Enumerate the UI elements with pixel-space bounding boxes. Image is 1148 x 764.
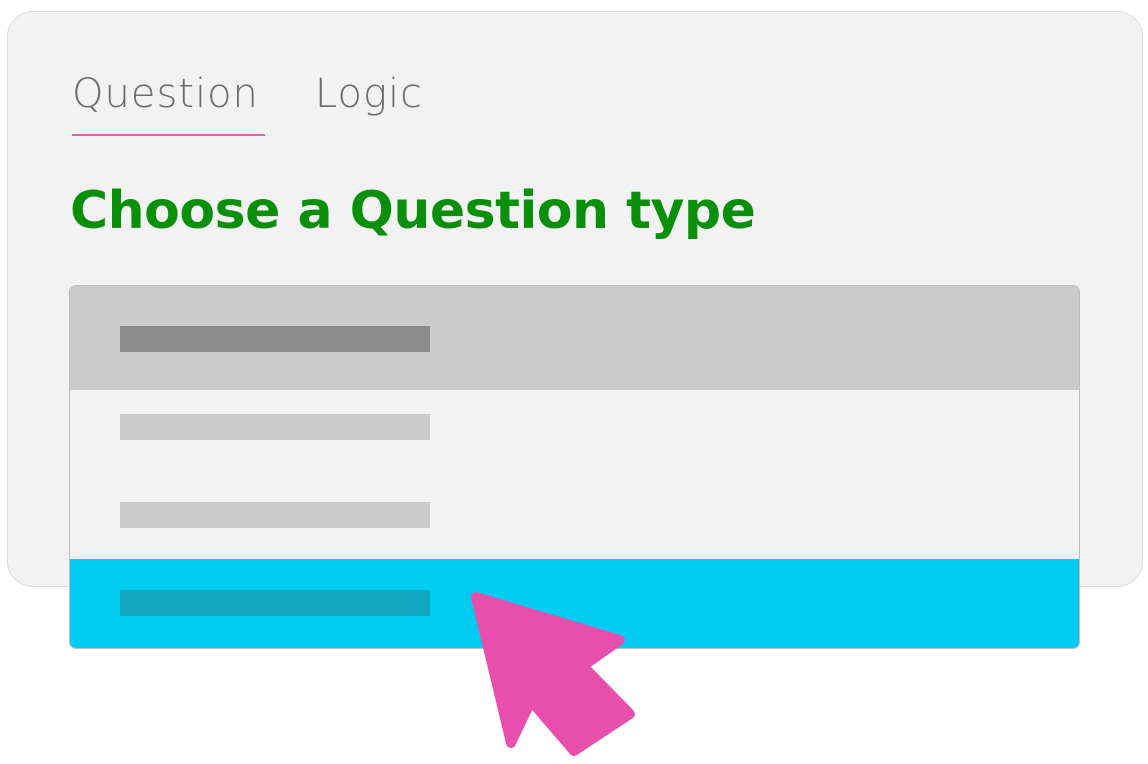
placeholder-text-bar (120, 326, 430, 352)
placeholder-text-bar (120, 414, 430, 440)
page-title: Choose a Question type (70, 181, 756, 241)
dropdown-selected-value[interactable] (70, 286, 1079, 390)
tab-logic[interactable]: Logic (315, 66, 423, 122)
dropdown-option-highlighted[interactable] (70, 559, 1079, 648)
placeholder-text-bar (120, 590, 430, 616)
placeholder-text-bar (120, 502, 430, 528)
stage: Question Logic Choose a Question type (0, 0, 1148, 764)
tab-question[interactable]: Question (72, 66, 265, 136)
question-type-dropdown[interactable] (69, 285, 1080, 649)
dropdown-option[interactable] (70, 478, 1079, 558)
tab-bar: Question Logic (72, 66, 423, 136)
dropdown-option[interactable] (70, 390, 1079, 478)
